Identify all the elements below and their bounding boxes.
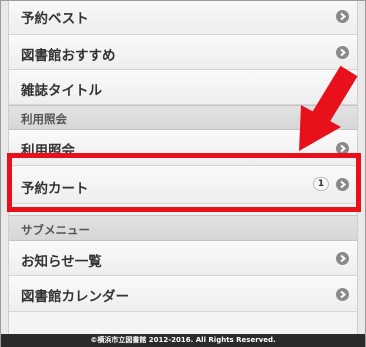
- chevron-right-icon: [336, 10, 349, 23]
- chevron-right-icon: [336, 252, 349, 265]
- menu-item-library-calendar[interactable]: 図書館カレンダー: [9, 276, 357, 312]
- menu-item-label: 図書館カレンダー: [21, 289, 129, 305]
- menu-item-label: お知らせ一覧: [21, 254, 102, 270]
- chevron-right-icon: [336, 178, 349, 191]
- menu-item-label: 予約ベスト: [21, 11, 89, 27]
- menu-item-label: 利用照会: [21, 143, 75, 159]
- chevron-right-icon: [336, 288, 349, 301]
- menu-panel: 予約ベスト 図書館おすすめ 雑誌タイトル 利用照会 利用照会 予約カート 1 サ…: [8, 1, 358, 334]
- section-header-label: サブメニュー: [21, 223, 90, 237]
- menu-item-label: 予約カート: [21, 181, 89, 197]
- menu-item-news-list[interactable]: お知らせ一覧: [9, 241, 357, 276]
- count-badge: 1: [313, 177, 329, 191]
- section-header-submenu: サブメニュー: [9, 215, 357, 241]
- arrow-down-left-icon: [299, 65, 358, 151]
- chevron-right-icon: [336, 46, 349, 59]
- section-header-label: 利用照会: [21, 112, 67, 126]
- menu-item-label: 雑誌タイトル: [21, 83, 102, 99]
- footer-copyright: ©横浜市立図書館 2012-2016. All Rights Reserved.: [1, 334, 365, 347]
- menu-item-label: 図書館おすすめ: [21, 48, 116, 64]
- menu-item-reservation-cart[interactable]: 予約カート 1: [9, 166, 357, 204]
- menu-item-reservation-best[interactable]: 予約ベスト: [9, 1, 357, 35]
